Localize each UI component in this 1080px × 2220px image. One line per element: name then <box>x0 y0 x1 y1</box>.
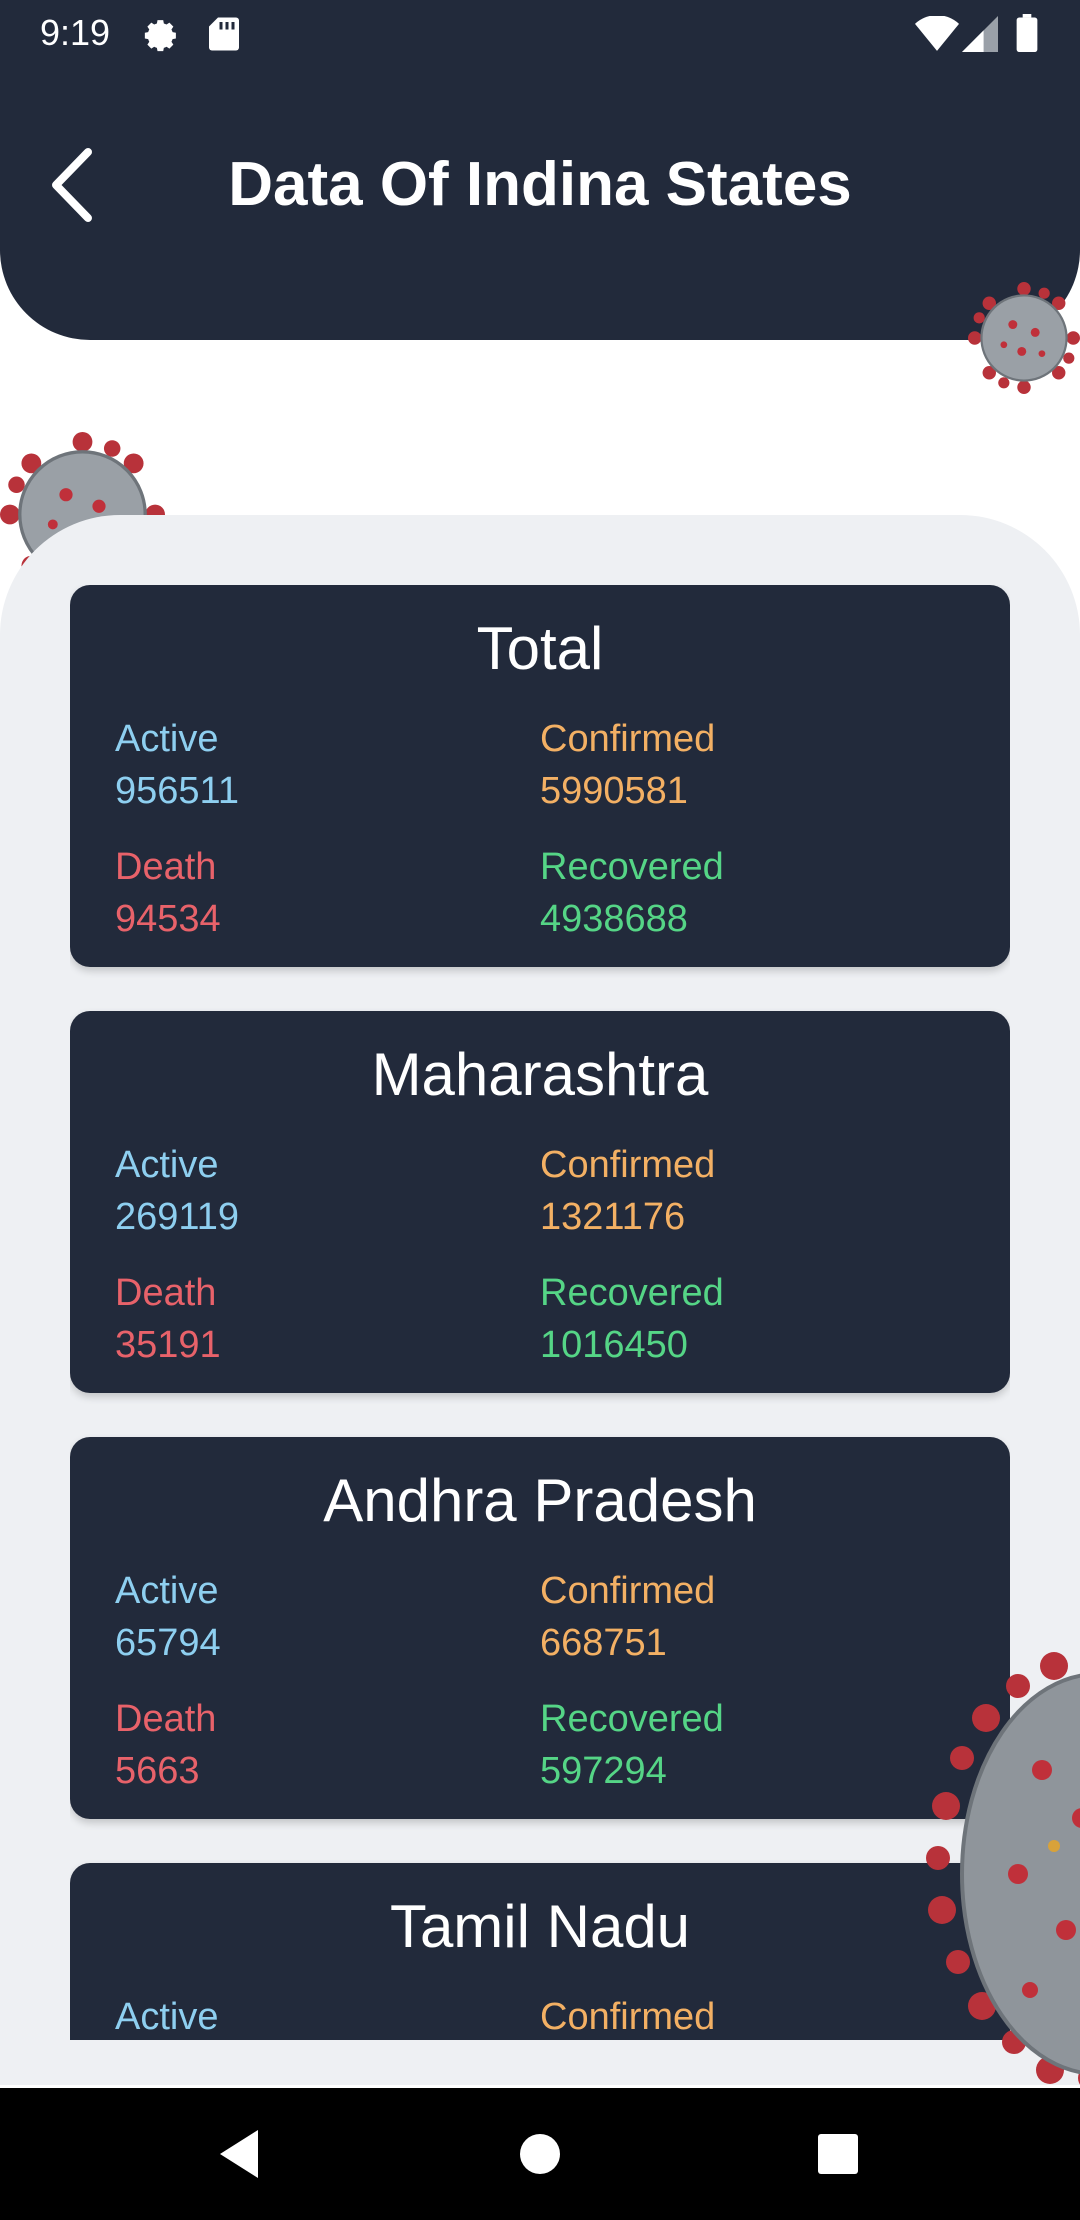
page-title: Data Of Indina States <box>228 150 852 219</box>
virus-decoration-icon <box>926 1652 1080 2085</box>
sd-card-icon <box>209 17 239 51</box>
screen: 9:19 Data Of Indina States Total Active … <box>0 0 1080 2220</box>
status-bar: 9:19 <box>0 0 1080 66</box>
system-nav-bar <box>0 2088 1080 2220</box>
header: 9:19 Data Of Indina States <box>0 0 1080 340</box>
confirmed-value: 5990581 <box>540 770 688 812</box>
confirmed-label: Confirmed <box>540 1144 716 1186</box>
confirmed-label: Confirmed <box>540 1570 716 1612</box>
settings-icon <box>144 20 176 52</box>
state-name: Andhra Pradesh <box>323 1467 757 1534</box>
recovered-label: Recovered <box>540 1698 724 1740</box>
death-stat: Death 5663 <box>115 1693 216 1797</box>
home-circle-icon[interactable] <box>504 2118 576 2190</box>
state-card-maharashtra[interactable]: Maharashtra Active 269119 Confirmed 1321… <box>70 1011 1010 1393</box>
confirmed-value: 668751 <box>540 1622 667 1664</box>
active-value: 956511 <box>115 770 239 812</box>
confirmed-stat: Confirmed <box>540 1991 715 2040</box>
death-label: Death <box>115 1698 217 1740</box>
active-label: Active <box>115 1144 219 1186</box>
recovered-stat: Recovered 1016450 <box>540 1267 724 1371</box>
active-stat: Active 956511 <box>115 713 239 817</box>
state-card-total[interactable]: Total Active 956511 Confirmed 5990581 De… <box>70 585 1010 967</box>
state-name: Maharashtra <box>371 1041 709 1108</box>
recovered-value: 597294 <box>540 1750 667 1792</box>
status-time: 9:19 <box>40 12 111 53</box>
death-label: Death <box>115 846 217 888</box>
active-value: 269119 <box>115 1196 239 1238</box>
back-triangle-icon[interactable] <box>204 2118 276 2190</box>
active-stat: Active 269119 <box>115 1139 239 1243</box>
active-label: Active <box>115 718 219 760</box>
death-label: Death <box>115 1272 217 1314</box>
recovered-stat: Recovered 597294 <box>540 1693 724 1797</box>
battery-icon <box>1016 14 1038 52</box>
death-value: 5663 <box>115 1750 200 1792</box>
recovered-stat: Recovered 4938688 <box>540 841 724 945</box>
recovered-label: Recovered <box>540 846 724 888</box>
signal-icon <box>962 16 998 52</box>
confirmed-stat: Confirmed 1321176 <box>540 1139 715 1243</box>
active-stat: Active 65794 <box>115 1565 221 1669</box>
back-arrow-icon[interactable] <box>40 140 110 230</box>
active-value: 65794 <box>115 1622 221 1664</box>
recovered-label: Recovered <box>540 1272 724 1314</box>
confirmed-stat: Confirmed 668751 <box>540 1565 715 1669</box>
active-label: Active <box>115 1570 219 1612</box>
death-value: 94534 <box>115 898 221 940</box>
active-stat: Active <box>115 1991 218 2040</box>
virus-decoration-icon <box>968 282 1080 394</box>
confirmed-label: Confirmed <box>540 718 716 760</box>
wifi-icon <box>915 16 959 51</box>
confirmed-stat: Confirmed 5990581 <box>540 713 715 817</box>
recovered-value: 1016450 <box>540 1324 688 1366</box>
state-name: Total <box>476 615 604 682</box>
confirmed-value: 1321176 <box>540 1196 686 1238</box>
death-stat: Death 94534 <box>115 841 221 945</box>
recents-square-icon[interactable] <box>802 2118 874 2190</box>
death-value: 35191 <box>115 1324 221 1366</box>
confirmed-label: Confirmed <box>540 1996 716 2038</box>
active-label: Active <box>115 1996 219 2038</box>
death-stat: Death 35191 <box>115 1267 221 1371</box>
recovered-value: 4938688 <box>540 898 688 940</box>
